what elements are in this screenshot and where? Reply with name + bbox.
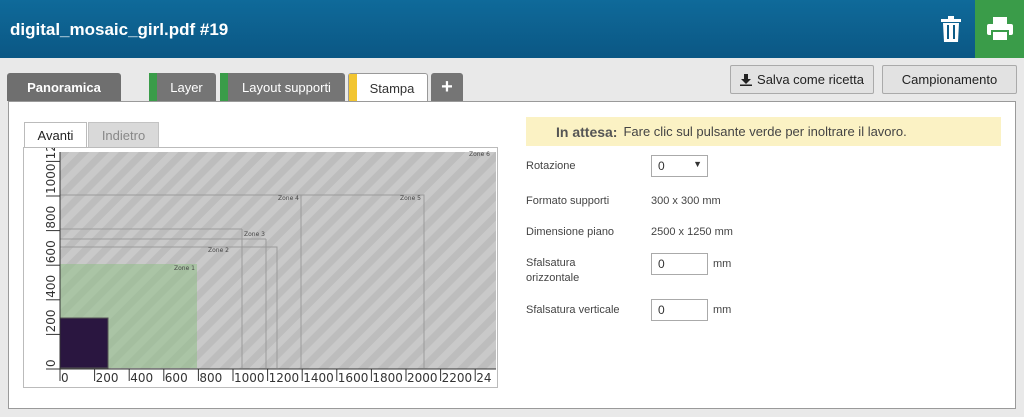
tab-status-bar (349, 74, 357, 103)
chevron-down-icon: ▼ (693, 159, 702, 169)
offset-v-unit: mm (713, 304, 732, 316)
zone-label: Zone 5 (400, 195, 421, 202)
zone-label: Zone 1 (174, 265, 195, 272)
x-ruler-label: 2000 (407, 371, 438, 385)
y-ruler-label: 200 (44, 309, 58, 332)
tab-back-label: Indietro (101, 127, 146, 143)
offset-h-input[interactable]: 0 (651, 253, 708, 275)
y-ruler-label: 600 (44, 240, 58, 263)
offset-v-value: 0 (658, 303, 665, 317)
x-ruler-label: 1400 (303, 371, 334, 385)
zone-label: Zone 2 (208, 247, 229, 254)
delete-button[interactable] (930, 8, 972, 50)
tab-panoramica[interactable]: Panoramica (7, 73, 121, 101)
x-ruler-label: 800 (199, 371, 222, 385)
plus-icon: + (441, 75, 453, 98)
save-recipe-label: Salva come ricetta (757, 72, 864, 87)
tab-front-label: Avanti (37, 128, 74, 143)
sampling-label: Campionamento (901, 72, 998, 87)
tab-label: Layout supporti (242, 79, 331, 95)
rotation-label: Rotazione (526, 160, 576, 172)
offset-h-label: Sfalsatura orizzontale (526, 257, 580, 284)
offset-v-label: Sfalsatura verticale (526, 304, 620, 316)
notice-text: Fare clic sul pulsante verde per inoltra… (623, 124, 907, 139)
y-ruler-label: 800 (44, 206, 58, 229)
zone-label: Zone 4 (278, 195, 299, 202)
print-button[interactable] (975, 0, 1024, 58)
sampling-button[interactable]: Campionamento (882, 65, 1017, 94)
tab-label: Panoramica (27, 79, 101, 95)
tab-label: Layer (170, 79, 203, 95)
x-ruler-label: 1200 (269, 371, 300, 385)
table-size-label: Dimensione piano (526, 226, 615, 238)
zone-label: Zone 3 (244, 231, 265, 238)
media-format-value: 300 x 300 mm (651, 195, 721, 207)
tab-status-bar (149, 73, 157, 101)
x-ruler-label: 0 (61, 371, 69, 385)
tab-stampa[interactable]: Stampa (348, 73, 428, 103)
y-ruler-label: 1000 (44, 163, 58, 194)
notice-title: In attesa: (556, 123, 618, 140)
media-format-label: Formato supporti (526, 195, 610, 207)
y-ruler-label: 0 (44, 359, 58, 367)
x-ruler-label: 24 (476, 371, 491, 385)
offset-h-value: 0 (658, 257, 665, 271)
tab-label: Stampa (369, 81, 415, 96)
status-notice: In attesa: Fare clic sul pulsante verde … (526, 117, 1001, 146)
table-preview[interactable]: Zone 1 Zone 2 Zone 3 Zone 4 Zone 5 Zone … (23, 147, 498, 388)
x-ruler-label: 200 (96, 371, 119, 385)
save-recipe-button[interactable]: Salva come ricetta (730, 65, 874, 94)
tab-back[interactable]: Indietro (88, 122, 159, 148)
printer-icon (986, 17, 1013, 41)
app-header: digital_mosaic_girl.pdf #19 (0, 0, 1024, 58)
trash-icon (941, 16, 961, 42)
x-ruler-label: 2200 (442, 371, 473, 385)
page-title: digital_mosaic_girl.pdf #19 (10, 20, 229, 39)
x-ruler-label: 600 (165, 371, 188, 385)
tab-front[interactable]: Avanti (24, 122, 87, 148)
zone-label: Zone 6 (469, 151, 490, 158)
y-ruler-label: 1200 (44, 148, 58, 159)
x-ruler-label: 1800 (372, 371, 403, 385)
tab-layer[interactable]: Layer (149, 73, 216, 101)
table-size-value: 2500 x 1250 mm (651, 226, 733, 238)
tab-status-bar (220, 73, 228, 101)
add-tab-button[interactable]: + (431, 73, 463, 101)
table-preview-canvas: Zone 1 Zone 2 Zone 3 Zone 4 Zone 5 Zone … (44, 148, 496, 385)
offset-v-input[interactable]: 0 (651, 299, 708, 321)
x-ruler-label: 400 (130, 371, 153, 385)
tab-layout-supporti[interactable]: Layout supporti (220, 73, 345, 101)
download-icon (740, 73, 753, 86)
rotation-select[interactable]: 0 ▼ (651, 155, 708, 177)
x-ruler-label: 1000 (234, 371, 265, 385)
rotation-value: 0 (658, 159, 665, 173)
offset-h-unit: mm (713, 258, 732, 270)
x-ruler-label: 1600 (338, 371, 369, 385)
media-preview (60, 318, 108, 368)
y-ruler-label: 400 (44, 275, 58, 298)
